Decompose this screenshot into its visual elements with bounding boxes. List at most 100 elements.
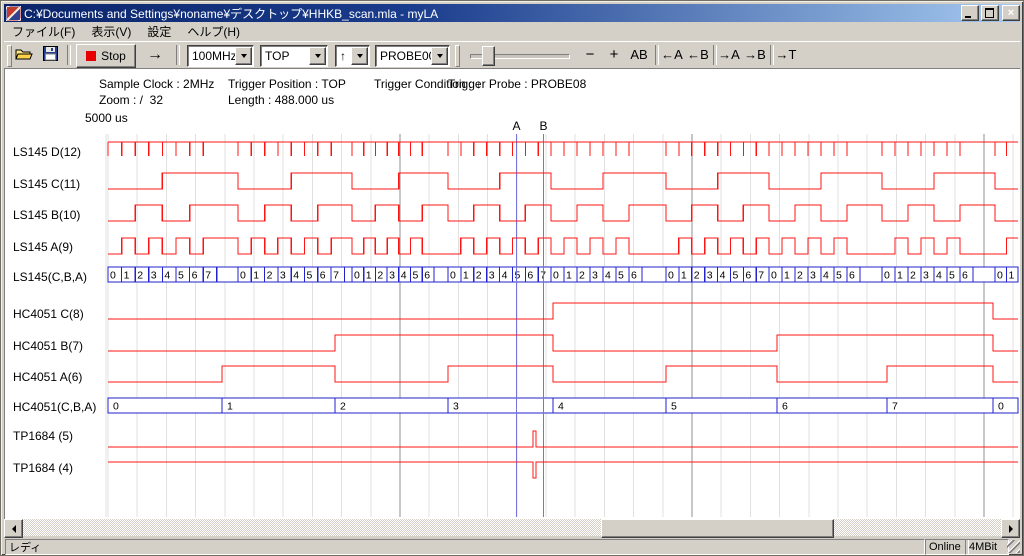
svg-text:6: 6 [849, 270, 855, 282]
waveform-TP1684 (4) [108, 462, 1018, 478]
scroll-right-button[interactable] [1001, 519, 1020, 538]
channel-label: HC4051 B(7) [13, 339, 83, 353]
channel-label: HC4051 A(6) [13, 370, 82, 384]
svg-text:7: 7 [333, 270, 339, 282]
svg-text:5: 5 [307, 270, 313, 282]
waveform-overlay: Sample Clock : 2MHz Trigger Position : T… [0, 0, 1024, 556]
svg-text:6: 6 [782, 401, 788, 413]
horizontal-scrollbar[interactable] [4, 519, 1020, 536]
svg-text:3: 3 [389, 270, 395, 282]
svg-text:5: 5 [949, 270, 955, 282]
svg-text:5: 5 [413, 270, 419, 282]
svg-text:3: 3 [810, 270, 816, 282]
svg-text:0: 0 [884, 270, 890, 282]
svg-text:6: 6 [192, 270, 198, 282]
svg-text:1: 1 [681, 270, 687, 282]
status-bar: レディ Online 4MBit [4, 538, 1020, 554]
waveform-LS145 C(11) [108, 173, 1018, 189]
svg-text:2: 2 [267, 270, 273, 282]
channel-label: LS145 D(12) [13, 145, 81, 159]
waveform-LS145 D(12) [108, 142, 1018, 156]
svg-text:6: 6 [424, 270, 430, 282]
svg-text:2: 2 [579, 270, 585, 282]
svg-text:2: 2 [377, 270, 383, 282]
cursor-a-label[interactable]: A [512, 119, 520, 133]
bus-rows: 0123456701234567012345601234567012345601… [108, 267, 1018, 413]
svg-text:6: 6 [527, 270, 533, 282]
status-ready-panel: レディ [5, 539, 925, 555]
scrollbar-thumb[interactable] [601, 519, 834, 538]
svg-text:2: 2 [797, 270, 803, 282]
svg-text:5: 5 [836, 270, 842, 282]
waveform-TP1684 (5) [108, 431, 1018, 447]
cursors [517, 134, 544, 517]
svg-text:4: 4 [164, 270, 170, 282]
svg-text:1: 1 [784, 270, 790, 282]
svg-text:4: 4 [401, 270, 407, 282]
channel-label: TP1684 (5) [13, 429, 73, 443]
cursor-b-label[interactable]: B [539, 119, 547, 133]
svg-text:5: 5 [671, 401, 677, 413]
bus-row: 012345670 [108, 398, 1018, 413]
svg-text:6: 6 [631, 270, 637, 282]
grid [106, 134, 1013, 517]
zoom-info: Zoom : / 32 [99, 93, 163, 107]
status-ready-text: レディ [9, 539, 41, 555]
svg-text:1: 1 [463, 270, 469, 282]
svg-text:0: 0 [668, 270, 674, 282]
svg-text:7: 7 [205, 270, 211, 282]
svg-text:1: 1 [897, 270, 903, 282]
channel-label: LS145 C(11) [13, 177, 80, 191]
svg-text:2: 2 [910, 270, 916, 282]
svg-text:3: 3 [151, 270, 157, 282]
svg-text:3: 3 [707, 270, 713, 282]
svg-text:3: 3 [923, 270, 929, 282]
status-online-text: Online [929, 541, 961, 553]
svg-text:5: 5 [178, 270, 184, 282]
svg-text:0: 0 [998, 401, 1004, 413]
svg-text:6: 6 [745, 270, 751, 282]
arrow-right-icon [1009, 525, 1013, 533]
channel-label: LS145(C,B,A) [13, 270, 87, 284]
svg-text:4: 4 [293, 270, 299, 282]
waveform-LS145 A(9) [108, 238, 1018, 254]
svg-text:5: 5 [515, 270, 521, 282]
svg-text:4: 4 [720, 270, 726, 282]
svg-text:3: 3 [280, 270, 286, 282]
svg-text:0: 0 [771, 270, 777, 282]
svg-text:1: 1 [227, 401, 233, 413]
waveform-LS145 B(10) [108, 205, 1018, 221]
svg-text:0: 0 [113, 401, 119, 413]
svg-text:0: 0 [450, 270, 456, 282]
scroll-left-button[interactable] [4, 519, 23, 538]
sample-clock-info: Sample Clock : 2MHz [99, 77, 214, 91]
channel-label: TP1684 (4) [13, 461, 73, 475]
svg-text:1: 1 [1009, 270, 1015, 282]
time-scale-label: 5000 us [85, 111, 128, 125]
svg-text:3: 3 [489, 270, 495, 282]
trigger-probe-info: Trigger Probe : PROBE08 [448, 77, 586, 91]
channel-label: HC4051 C(8) [13, 307, 84, 321]
resize-grip-icon[interactable] [1007, 540, 1020, 553]
svg-text:2: 2 [137, 270, 143, 282]
svg-text:4: 4 [558, 401, 564, 413]
svg-text:6: 6 [320, 270, 326, 282]
svg-text:1: 1 [124, 270, 130, 282]
waveform-HC4051 B(7) [108, 335, 1018, 351]
svg-text:1: 1 [366, 270, 372, 282]
status-memory-text: 4MBit [969, 541, 997, 553]
svg-text:5: 5 [618, 270, 624, 282]
channel-label: HC4051(C,B,A) [13, 400, 96, 414]
trigger-position-info: Trigger Position : TOP [228, 77, 346, 91]
svg-text:0: 0 [240, 270, 246, 282]
channel-label: LS145 A(9) [13, 240, 73, 254]
svg-text:2: 2 [694, 270, 700, 282]
svg-text:4: 4 [936, 270, 942, 282]
waveform-HC4051 A(6) [108, 366, 1018, 382]
bus-row: 0123456701234567012345601234567012345601… [108, 267, 1018, 282]
length-info: Length : 488.000 us [228, 93, 334, 107]
svg-text:2: 2 [476, 270, 482, 282]
svg-text:5: 5 [733, 270, 739, 282]
svg-text:4: 4 [502, 270, 508, 282]
waveform-HC4051 C(8) [108, 303, 1018, 319]
